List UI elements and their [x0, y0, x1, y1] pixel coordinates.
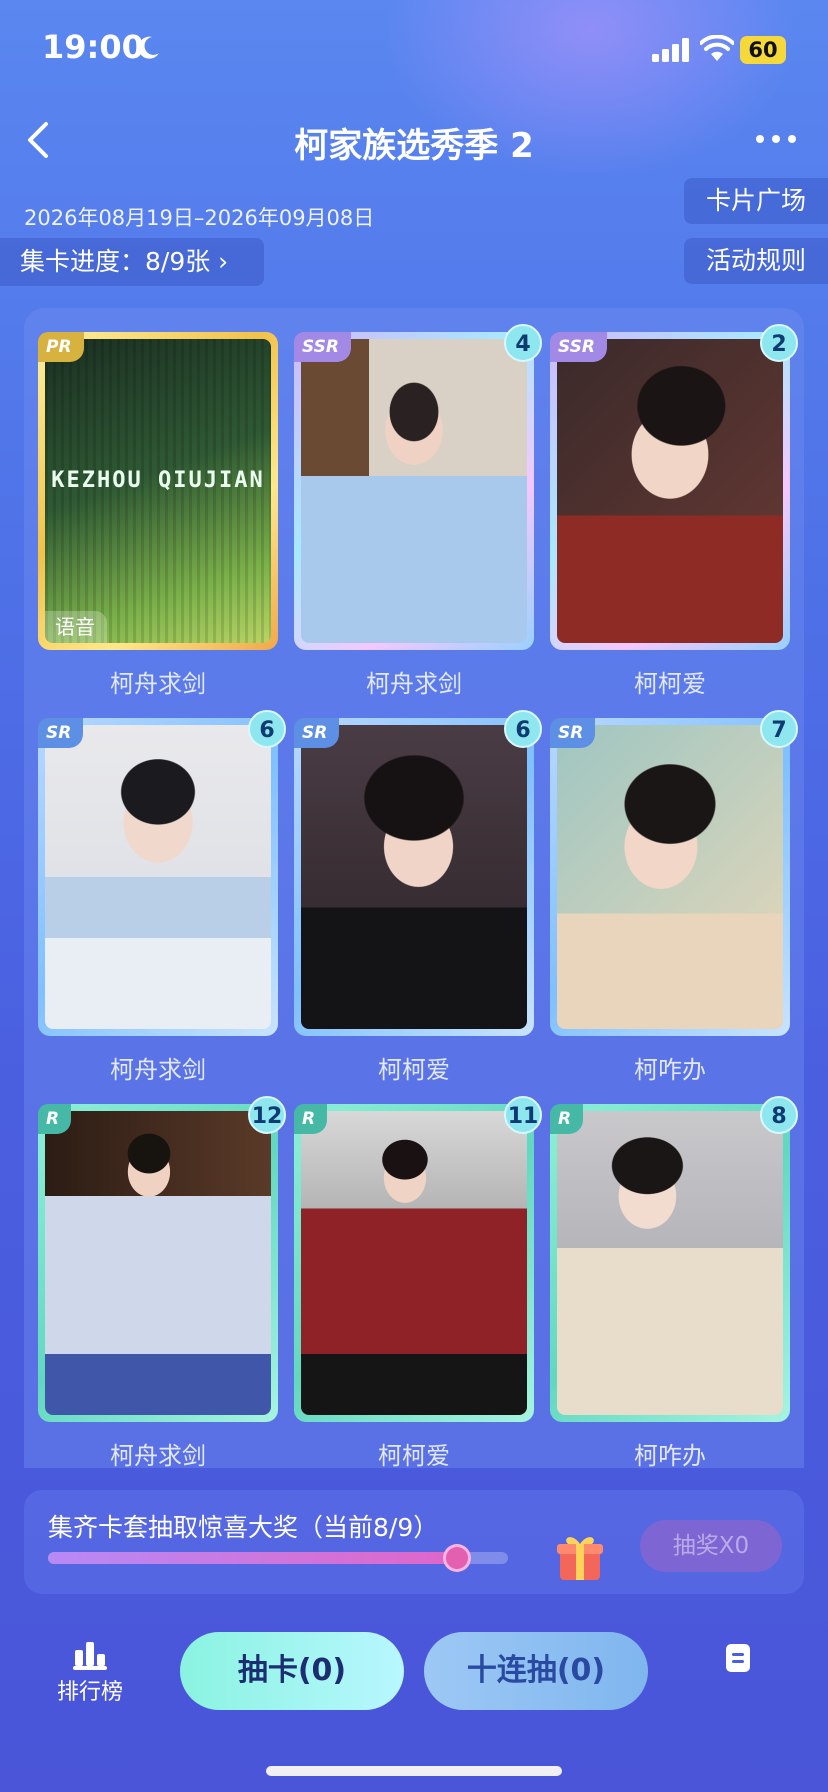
event-dates: 2026年08月19日–2026年09月08日 — [24, 206, 375, 230]
battery-indicator: 60 — [740, 36, 786, 64]
card-name: 柯咋办 — [634, 1442, 706, 1470]
ranking-label: 排行榜 — [56, 1680, 123, 1705]
prize-text: 集齐卡套抽取惊喜大奖（当前8/9） — [48, 1513, 439, 1542]
ranking-button[interactable]: 排行榜 — [50, 1640, 130, 1706]
page-title: 柯家族选秀季 2 — [294, 126, 534, 166]
prize-progress-fill — [48, 1552, 457, 1564]
rarity-badge: R — [38, 1104, 72, 1134]
gift-icon — [557, 1537, 603, 1580]
wifi-icon — [700, 35, 734, 61]
card-count-badge: 7 — [760, 710, 798, 748]
more-icon[interactable] — [754, 132, 798, 146]
card-name: 柯舟求剑 — [110, 1056, 206, 1084]
rarity-badge: SR — [294, 718, 340, 748]
card-image — [301, 339, 527, 643]
signal-icon — [652, 38, 689, 62]
rarity-badge: SSR — [294, 332, 351, 362]
card-name: 柯咋办 — [634, 1056, 706, 1084]
prize-progress-knob — [443, 1544, 471, 1572]
card-frame — [550, 718, 790, 1036]
status-time: 19:00 — [42, 28, 144, 66]
home-indicator — [266, 1766, 562, 1776]
card-image — [557, 339, 783, 643]
card-count-badge: 12 — [248, 1096, 286, 1134]
rules-button[interactable]: 活动规则 — [684, 238, 828, 284]
card-name: 柯舟求剑 — [366, 670, 462, 698]
card-image — [557, 1111, 783, 1415]
card-frame — [294, 1104, 534, 1422]
prize-panel: 集齐卡套抽取惊喜大奖（当前8/9） 抽奖X0 — [24, 1490, 804, 1594]
card-name: 柯舟求剑 — [110, 670, 206, 698]
card-square-button[interactable]: 卡片广场 — [684, 178, 828, 224]
card-frame — [38, 1104, 278, 1422]
card-name: 柯柯爱 — [378, 1442, 450, 1470]
status-bar: 19:00 60 — [0, 0, 828, 100]
lottery-button[interactable]: 抽奖X0 — [640, 1520, 782, 1572]
ten-draw-button[interactable]: 十连抽(0) — [424, 1632, 648, 1710]
ranking-icon — [73, 1642, 107, 1670]
rarity-badge: SR — [38, 718, 84, 748]
card-count-badge: 8 — [760, 1096, 798, 1134]
card-name: 柯柯爱 — [634, 670, 706, 698]
moon-icon — [138, 36, 159, 59]
card-frame — [294, 718, 534, 1036]
card-image — [301, 725, 527, 1029]
card-name: 柯舟求剑 — [110, 1442, 206, 1470]
rarity-badge: SSR — [550, 332, 607, 362]
card-image — [557, 725, 783, 1029]
voice-badge: 语音 — [45, 611, 107, 643]
prize-progress-bar — [48, 1544, 508, 1572]
rarity-badge: R — [550, 1104, 584, 1134]
card-image — [45, 1111, 271, 1415]
rarity-badge: R — [294, 1104, 328, 1134]
draw-card-button[interactable]: 抽卡(0) — [180, 1632, 404, 1710]
document-icon[interactable] — [726, 1644, 750, 1672]
card-count-badge: 4 — [504, 324, 542, 362]
rarity-badge: PR — [38, 332, 84, 362]
card-frame: KEZHOU QIUJIAN 语音 — [38, 332, 278, 650]
card-grid: KEZHOU QIUJIAN 语音 PR 柯舟求剑 SSR 4 柯舟求剑 SSR… — [24, 308, 804, 1470]
rarity-badge: SR — [550, 718, 596, 748]
card-count-badge: 2 — [760, 324, 798, 362]
card-image: KEZHOU QIUJIAN 语音 — [45, 339, 271, 643]
card-count-badge: 6 — [248, 710, 286, 748]
card-image — [45, 725, 271, 1029]
card-name: 柯柯爱 — [378, 1056, 450, 1084]
card-logo-text: KEZHOU QIUJIAN — [51, 468, 265, 493]
card-image — [301, 1111, 527, 1415]
card-frame — [38, 718, 278, 1036]
card-count-badge: 6 — [504, 710, 542, 748]
card-frame — [294, 332, 534, 650]
card-frame — [550, 332, 790, 650]
collect-progress-link[interactable]: 集卡进度：8/9张 › — [0, 238, 264, 286]
card-frame — [550, 1104, 790, 1422]
card-count-badge: 11 — [504, 1096, 542, 1134]
